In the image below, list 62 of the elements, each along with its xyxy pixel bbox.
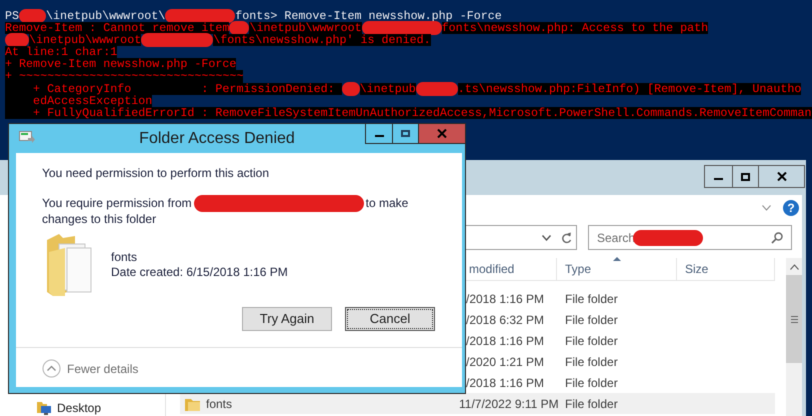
console-text: \fonts\newsshow.php' is denied. [213, 34, 431, 46]
modified-date: /2018 1:16 PM [466, 334, 544, 348]
redaction-mark [416, 82, 458, 96]
chevron-down-icon[interactable] [762, 204, 771, 210]
console-text: .ts\newsshow.php:FileInfo) [Remove-Item], Unautho [458, 82, 802, 95]
file-type: File folder [565, 334, 618, 348]
column-header[interactable]: Size [685, 260, 708, 278]
console-text: edAccessException [5, 94, 152, 107]
console-text: \inetpub [360, 82, 416, 95]
console-text: \inetpub\wwwroot [249, 22, 362, 34]
column-header[interactable]: modified [469, 260, 514, 278]
scrollbar[interactable] [786, 258, 802, 416]
modified-date: /2018 1:16 PM [466, 292, 544, 306]
collapse-icon[interactable] [42, 359, 61, 378]
modified-date: 11/7/2022 9:11 PM [459, 396, 559, 410]
dropdown-icon[interactable] [542, 234, 551, 240]
file-type: File folder [565, 292, 618, 306]
modified-date: /2020 1:21 PM [466, 354, 544, 368]
nav-item[interactable]: Desktop [57, 399, 102, 416]
modified-date: /2018 1:16 PM [466, 376, 544, 390]
console-text: + FullyQualifiedErrorId : RemoveFileSystemItemUnAuthorizedAccess,Microsoft.PowerShell.Commands.RemoveItemComman [5, 106, 812, 119]
folder-name: fonts [111, 250, 138, 265]
scroll-thumb[interactable] [786, 275, 802, 363]
column-header[interactable]: Type [565, 260, 592, 278]
console-text: \inetpub\wwwroot\ [46, 10, 166, 22]
console-text: At line:1 char:1 [5, 46, 118, 58]
console-text: Remove-Item : Cannot remove item [5, 22, 230, 34]
message-heading: You need permission to perform this action [42, 165, 270, 181]
folder-transfer-icon [19, 130, 35, 144]
date-created: Date created: 6/15/2018 1:16 PM [111, 265, 288, 280]
help-button[interactable]: ? [783, 200, 799, 216]
search-icon[interactable] [771, 232, 783, 244]
console-text: PS [5, 10, 20, 22]
console-text: fonts\newsshow.php: Access to the path [442, 22, 708, 34]
redaction-mark [5, 33, 29, 48]
redaction-mark [19, 9, 46, 24]
desktop-icon [37, 401, 51, 415]
scroll-up-icon[interactable] [790, 264, 798, 270]
message-text: to make [366, 196, 408, 211]
modified-date: /2018 6:32 PM [466, 312, 544, 326]
file-type: File folder [565, 312, 618, 326]
close-icon[interactable] [776, 172, 786, 181]
file-type: File folder [565, 354, 618, 368]
window-title: Folder Access Denied [139, 128, 295, 148]
details-toggle[interactable]: Fewer details [67, 360, 138, 376]
refresh-icon[interactable] [561, 232, 572, 244]
redaction-mark [342, 82, 360, 96]
message-text: changes to this folder [42, 212, 156, 227]
file-name: fonts [206, 396, 232, 412]
message-text: You require permission from [42, 196, 192, 211]
file-type: File folder [565, 376, 618, 390]
redaction-mark [633, 230, 704, 246]
console-text: + Remove-Item newsshow.php -Force [5, 58, 236, 70]
console-text: + CategoryInfo : PermissionDenied: [5, 82, 342, 95]
file-row[interactable]: fonts 11/7/2022 9:11 PM File folder [180, 393, 775, 414]
console-text: + ~~~~~~~~~~~~~~~~~~~~~~~~~~~~~~~~ [5, 70, 244, 83]
console-text: \inetpub\wwwroot [29, 34, 142, 46]
file-type: File folder [565, 396, 618, 410]
folder-icon [185, 396, 200, 410]
dialog-button[interactable]: Cancel [345, 307, 435, 331]
dialog-button[interactable]: Try Again [242, 307, 332, 331]
console-text: fonts> Remove-Item newsshow.php -Force [235, 10, 502, 22]
